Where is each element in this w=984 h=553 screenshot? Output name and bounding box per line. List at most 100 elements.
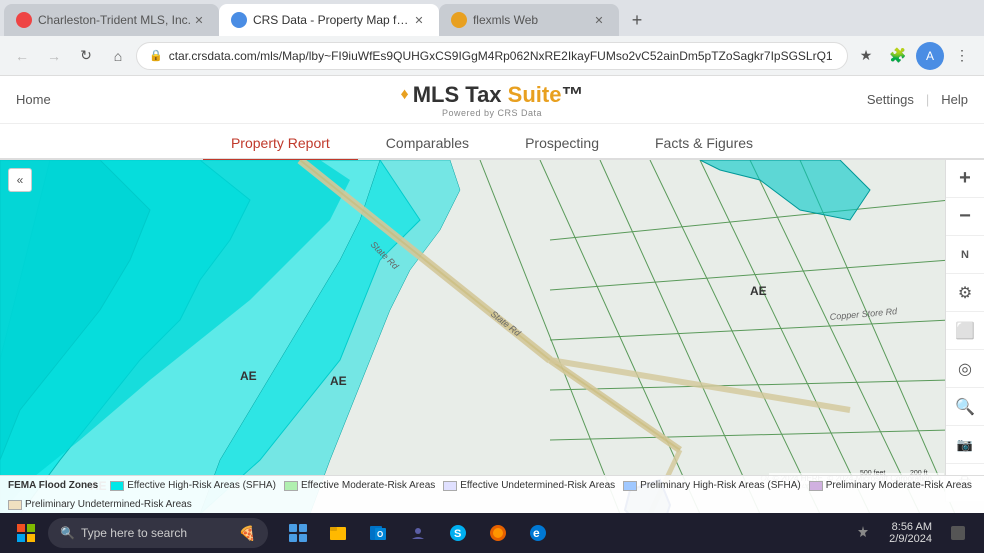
taskbar-app-outlook[interactable]: O: [360, 515, 396, 551]
notification-center-icon: [951, 526, 965, 540]
browser-tab-3[interactable]: flexmls Web ✕: [439, 4, 619, 36]
home-link[interactable]: Home: [16, 92, 51, 107]
taskbar: 🔍 Type here to search 🍕 O: [0, 513, 984, 553]
logo-powered: Powered by CRS Data: [442, 108, 542, 118]
help-link[interactable]: Help: [941, 92, 968, 107]
svg-text:AE: AE: [750, 284, 767, 298]
tab-title-2: CRS Data - Property Map for 1…: [253, 13, 411, 27]
pizza-emoji: 🍕: [239, 525, 256, 542]
legend-item-3: Effective Undetermined-Risk Areas: [443, 480, 615, 491]
outlook-icon: O: [368, 523, 388, 543]
tab-property-report[interactable]: Property Report: [203, 126, 358, 162]
notification-center-button[interactable]: [940, 515, 976, 551]
app-header-actions: Settings | Help: [867, 92, 968, 107]
zoom-out-button[interactable]: −: [946, 198, 984, 236]
camera-button[interactable]: 📷: [946, 426, 984, 464]
map-area[interactable]: State Rd State Rd Copper Store Rd Old Ch…: [0, 160, 984, 514]
legend-label-2: Effective Moderate-Risk Areas: [301, 480, 435, 491]
forward-button[interactable]: →: [40, 42, 68, 70]
tab-title-1: Charleston-Trident MLS, Inc.: [38, 13, 191, 27]
tab-favicon-3: [451, 12, 467, 28]
location-button[interactable]: ◎: [946, 350, 984, 388]
app-header: Home ♦ MLS Tax Suite™ Powered by CRS Dat…: [0, 76, 984, 124]
notification-icon: [855, 525, 871, 541]
browser-right-controls: ★ 🧩 A ⋮: [852, 42, 976, 70]
fullscreen-button[interactable]: ⬜: [946, 312, 984, 350]
tab-close-3[interactable]: ✕: [591, 12, 607, 28]
taskbar-date-text: 2/9/2024: [889, 533, 932, 545]
taskbar-search-icon: 🔍: [60, 526, 75, 540]
legend-swatch-1: [110, 481, 124, 491]
settings-icon-button[interactable]: ⚙: [946, 274, 984, 312]
taskbar-app-teams[interactable]: [400, 515, 436, 551]
taskbar-search-bar[interactable]: 🔍 Type here to search 🍕: [48, 518, 268, 548]
taskbar-notification-icon[interactable]: [845, 515, 881, 551]
legend-label-5: Preliminary Moderate-Risk Areas: [826, 480, 972, 491]
legend-label-4: Preliminary High-Risk Areas (SFHA): [640, 480, 801, 491]
profile-button[interactable]: A: [916, 42, 944, 70]
tab-prospecting[interactable]: Prospecting: [497, 126, 627, 162]
settings-link[interactable]: Settings: [867, 92, 914, 107]
taskbar-clock: 8:56 AM 2/9/2024: [889, 521, 932, 545]
tab-close-1[interactable]: ✕: [191, 12, 207, 28]
nav-tabs: Property Report Comparables Prospecting …: [0, 124, 984, 160]
firefox-icon: [488, 523, 508, 543]
browser-controls-bar: ← → ↻ ⌂ 🔒 ctar.crsdata.com/mls/Map/lby~F…: [0, 36, 984, 76]
tab-favicon-1: [16, 12, 32, 28]
skype-icon: S: [448, 523, 468, 543]
extensions-button[interactable]: 🧩: [884, 42, 912, 70]
file-explorer-icon: [328, 523, 348, 543]
taskbar-app-explorer[interactable]: [320, 515, 356, 551]
app-logo: ♦ MLS Tax Suite™ Powered by CRS Data: [401, 82, 584, 118]
legend-item-5: Preliminary Moderate-Risk Areas: [809, 480, 972, 491]
svg-text:S: S: [454, 528, 461, 540]
map-right-controls: + − N ⚙ ⬜ ◎ 🔍 📷 🖨: [945, 160, 984, 502]
legend-label-3: Effective Undetermined-Risk Areas: [460, 480, 615, 491]
fema-legend: FEMA Flood Zones Effective High-Risk Are…: [0, 475, 984, 514]
lock-icon: 🔒: [149, 49, 163, 62]
taskbar-app-skype[interactable]: S: [440, 515, 476, 551]
search-map-button[interactable]: 🔍: [946, 388, 984, 426]
legend-item-4: Preliminary High-Risk Areas (SFHA): [623, 480, 801, 491]
svg-text:AE: AE: [330, 374, 347, 388]
browser-tab-2[interactable]: CRS Data - Property Map for 1… ✕: [219, 4, 439, 36]
reload-button[interactable]: ↻: [72, 42, 100, 70]
tab-facts-figures[interactable]: Facts & Figures: [627, 126, 781, 162]
tab-close-2[interactable]: ✕: [411, 12, 427, 28]
taskbar-app-edge[interactable]: e: [520, 515, 556, 551]
start-button[interactable]: [8, 515, 44, 551]
taskbar-app-widgets[interactable]: [280, 515, 316, 551]
taskbar-right: 8:56 AM 2/9/2024: [845, 515, 976, 551]
svg-text:e: e: [533, 526, 540, 540]
new-tab-button[interactable]: +: [623, 6, 651, 34]
header-sep-1: |: [926, 92, 929, 107]
legend-title: FEMA Flood Zones: [8, 480, 98, 491]
edge-icon: e: [528, 523, 548, 543]
legend-swatch-3: [443, 481, 457, 491]
north-button[interactable]: N: [946, 236, 984, 274]
map-collapse-button[interactable]: «: [8, 168, 32, 192]
legend-label-6: Preliminary Undetermined-Risk Areas: [25, 499, 192, 510]
logo-text: MLS Tax Suite™: [413, 82, 584, 108]
taskbar-app-firefox[interactable]: [480, 515, 516, 551]
tab-favicon-2: [231, 12, 247, 28]
zoom-in-button[interactable]: +: [946, 160, 984, 198]
back-button[interactable]: ←: [8, 42, 36, 70]
home-button[interactable]: ⌂: [104, 42, 132, 70]
tab-comparables[interactable]: Comparables: [358, 126, 497, 162]
menu-button[interactable]: ⋮: [948, 42, 976, 70]
taskbar-app-icons: O S e: [280, 515, 556, 551]
map-svg: State Rd State Rd Copper Store Rd Old Ch…: [0, 160, 984, 514]
address-bar[interactable]: 🔒 ctar.crsdata.com/mls/Map/lby~FI9iuWfEs…: [136, 42, 848, 70]
teams-icon: [408, 523, 428, 543]
windows-logo-icon: [17, 524, 35, 542]
bookmark-button[interactable]: ★: [852, 42, 880, 70]
browser-tab-1[interactable]: Charleston-Trident MLS, Inc. ✕: [4, 4, 219, 36]
svg-text:O: O: [377, 530, 383, 539]
legend-label-1: Effective High-Risk Areas (SFHA): [127, 480, 276, 491]
address-text: ctar.crsdata.com/mls/Map/lby~FI9iuWfEs9Q…: [169, 49, 835, 63]
tab-title-3: flexmls Web: [473, 13, 591, 27]
taskbar-time-text: 8:56 AM: [892, 521, 932, 533]
logo-icon: ♦: [401, 86, 409, 104]
svg-text:AE: AE: [240, 369, 257, 383]
